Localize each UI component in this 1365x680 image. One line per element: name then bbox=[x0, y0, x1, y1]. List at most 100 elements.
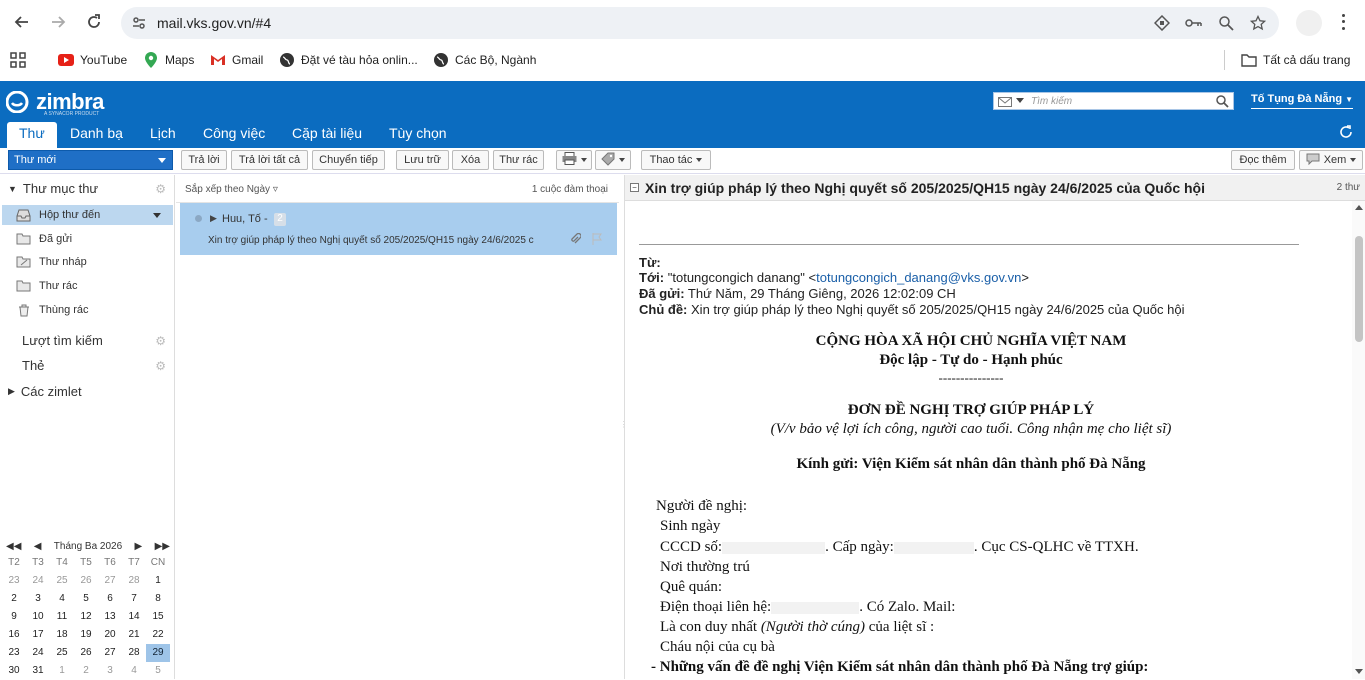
zimlets-header[interactable]: ▶ Các zimlet bbox=[8, 384, 170, 399]
install-icon[interactable] bbox=[1151, 13, 1173, 33]
profile-avatar[interactable] bbox=[1296, 10, 1322, 36]
list-item[interactable]: ▶ Huu, Tố - 2 Xin trợ giúp pháp lý theo … bbox=[180, 203, 617, 255]
tab-contacts[interactable]: Danh bạ bbox=[58, 122, 135, 148]
saved-searches-header[interactable]: Lượt tìm kiếm ⚙ bbox=[22, 333, 170, 348]
delete-button[interactable]: Xóa bbox=[452, 150, 489, 170]
expand-icon[interactable]: ▶ bbox=[210, 213, 217, 224]
collapse-icon[interactable]: ▼ bbox=[8, 184, 17, 194]
gear-icon[interactable]: ⚙ bbox=[155, 334, 166, 348]
calendar-day[interactable]: 9 bbox=[2, 608, 26, 626]
flag-icon[interactable] bbox=[592, 233, 602, 248]
calendar-day[interactable]: 2 bbox=[2, 590, 26, 608]
refresh-icon[interactable] bbox=[1339, 125, 1353, 142]
calendar-day[interactable]: 3 bbox=[26, 590, 50, 608]
actions-button[interactable]: Thao tác bbox=[641, 150, 711, 170]
calendar-day[interactable]: 14 bbox=[122, 608, 146, 626]
prev-month-icon[interactable]: ◀ bbox=[34, 541, 42, 552]
calendar-day[interactable]: 22 bbox=[146, 626, 170, 644]
tab-tasks[interactable]: Công việc bbox=[191, 122, 277, 148]
calendar-day[interactable]: 28 bbox=[122, 644, 146, 662]
calendar-day[interactable]: 24 bbox=[26, 644, 50, 662]
calendar-day[interactable]: 23 bbox=[2, 644, 26, 662]
calendar-day[interactable]: 16 bbox=[2, 626, 26, 644]
calendar-day[interactable]: 24 bbox=[26, 572, 50, 590]
scroll-down-icon[interactable] bbox=[1355, 669, 1363, 674]
address-bar[interactable]: mail.vks.gov.vn/#4 bbox=[121, 7, 1279, 39]
calendar-day[interactable]: 25 bbox=[50, 572, 74, 590]
chevron-down-icon[interactable] bbox=[1016, 98, 1024, 103]
calendar-day[interactable]: 26 bbox=[74, 572, 98, 590]
calendar-day[interactable]: 3 bbox=[98, 662, 122, 680]
calendar-day[interactable]: 28 bbox=[122, 572, 146, 590]
mail-folders-header[interactable]: ▼ Thư mục thư ⚙ bbox=[8, 181, 170, 196]
chevron-down-icon[interactable] bbox=[158, 158, 166, 163]
spam-button[interactable]: Thư rác bbox=[493, 150, 544, 170]
calendar-day[interactable]: 19 bbox=[74, 626, 98, 644]
search-icon[interactable] bbox=[1216, 95, 1229, 111]
unread-dot[interactable] bbox=[195, 215, 202, 222]
view-button[interactable]: Xem bbox=[1299, 150, 1363, 170]
calendar-day[interactable]: 17 bbox=[26, 626, 50, 644]
url-text[interactable]: mail.vks.gov.vn/#4 bbox=[157, 15, 271, 31]
gear-icon[interactable]: ⚙ bbox=[155, 359, 166, 373]
tab-calendar[interactable]: Lịch bbox=[138, 122, 188, 148]
expand-icon[interactable]: ▶ bbox=[8, 386, 15, 397]
calendar-day[interactable]: 5 bbox=[74, 590, 98, 608]
chevron-down-icon[interactable] bbox=[153, 213, 161, 218]
calendar-day[interactable]: 25 bbox=[50, 644, 74, 662]
password-key-icon[interactable] bbox=[1183, 13, 1205, 33]
all-bookmarks[interactable]: Tất cả dấu trang bbox=[1241, 48, 1350, 72]
sort-control[interactable]: Sắp xếp theo Ngày ▿ bbox=[185, 184, 278, 195]
reload-icon[interactable] bbox=[80, 8, 108, 36]
forward-icon[interactable] bbox=[44, 8, 72, 36]
calendar-day[interactable]: 11 bbox=[50, 608, 74, 626]
next-month-icon[interactable]: ▶ bbox=[135, 541, 143, 552]
tag-button[interactable] bbox=[595, 150, 631, 170]
bookmark-dat-ve[interactable]: Đặt vé tàu hỏa onlin... bbox=[279, 48, 418, 72]
prev-year-icon[interactable]: ◀◀ bbox=[6, 541, 21, 552]
read-more-button[interactable]: Đọc thêm bbox=[1231, 150, 1295, 170]
tab-mail[interactable]: Thư bbox=[7, 122, 57, 148]
new-mail-button[interactable]: Thư mới bbox=[8, 150, 173, 170]
calendar-day[interactable]: 27 bbox=[98, 572, 122, 590]
bookmark-star-icon[interactable] bbox=[1247, 13, 1269, 33]
calendar-day[interactable]: 21 bbox=[122, 626, 146, 644]
calendar-day[interactable]: 1 bbox=[146, 572, 170, 590]
user-menu[interactable]: Tố Tụng Đà Nẵng ▼ bbox=[1251, 93, 1354, 109]
bookmark-cac-bo[interactable]: Các Bộ, Ngành bbox=[433, 48, 536, 72]
collapse-icon[interactable]: − bbox=[630, 183, 639, 192]
calendar-day[interactable]: 12 bbox=[74, 608, 98, 626]
calendar-day[interactable]: 4 bbox=[122, 662, 146, 680]
bookmark-youtube[interactable]: YouTube bbox=[58, 48, 127, 72]
next-year-icon[interactable]: ▶▶ bbox=[155, 541, 170, 552]
apps-grid-icon[interactable] bbox=[10, 48, 26, 72]
archive-button[interactable]: Lưu trữ bbox=[396, 150, 449, 170]
calendar-day[interactable]: 27 bbox=[98, 644, 122, 662]
sidebar-item-trash[interactable]: Thùng rác bbox=[16, 300, 173, 320]
sidebar-item-inbox[interactable]: Hộp thư đến bbox=[2, 205, 173, 225]
menu-kebab-icon[interactable] bbox=[1336, 12, 1350, 32]
search-input[interactable]: Tìm kiếm bbox=[1031, 96, 1072, 107]
calendar-day[interactable]: 13 bbox=[98, 608, 122, 626]
print-button[interactable] bbox=[556, 150, 592, 170]
back-icon[interactable] bbox=[8, 8, 36, 36]
tags-header[interactable]: Thẻ ⚙ bbox=[22, 358, 170, 373]
reply-button[interactable]: Trả lời bbox=[181, 150, 227, 170]
calendar-day[interactable]: 15 bbox=[146, 608, 170, 626]
to-email-link[interactable]: totungcongich_danang@vks.gov.vn bbox=[816, 270, 1021, 285]
calendar-day[interactable]: 30 bbox=[2, 662, 26, 680]
calendar-day[interactable]: 23 bbox=[2, 572, 26, 590]
scrollbar[interactable] bbox=[1352, 201, 1365, 679]
site-info-icon[interactable] bbox=[131, 15, 147, 34]
tab-preferences[interactable]: Tùy chọn bbox=[377, 122, 459, 148]
mail-icon[interactable] bbox=[998, 96, 1012, 110]
search-box[interactable]: Tìm kiếm bbox=[993, 92, 1234, 110]
calendar-day[interactable]: 7 bbox=[122, 590, 146, 608]
calendar-month[interactable]: Tháng Ba 2026 bbox=[54, 541, 122, 552]
zoom-icon[interactable] bbox=[1215, 13, 1237, 33]
calendar-day[interactable]: 6 bbox=[98, 590, 122, 608]
bookmark-maps[interactable]: Maps bbox=[143, 48, 194, 72]
calendar-day[interactable]: 29 bbox=[146, 644, 170, 662]
scrollbar-thumb[interactable] bbox=[1355, 236, 1363, 342]
sidebar-item-drafts[interactable]: Thư nháp bbox=[16, 252, 173, 272]
